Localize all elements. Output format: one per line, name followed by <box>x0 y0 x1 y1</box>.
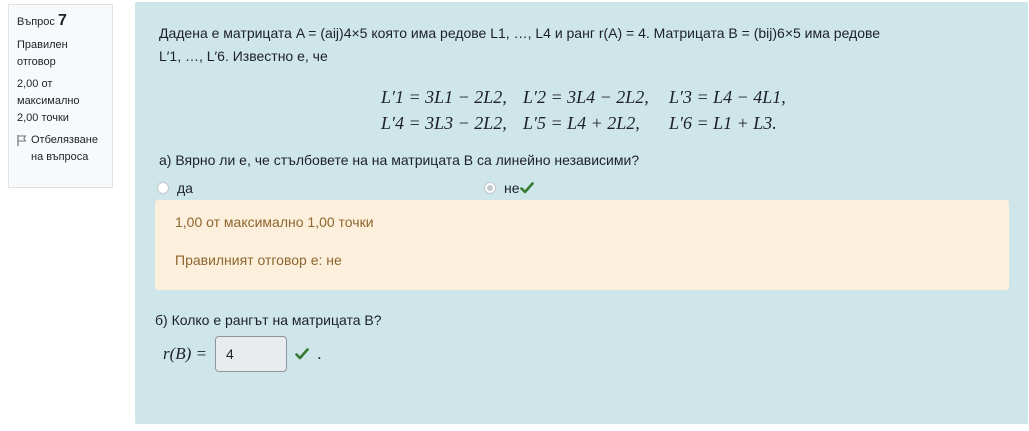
correct-check-icon <box>295 348 309 360</box>
intro-line-1-text: Дадена е матрицата A = (aij)4×5 която им… <box>159 25 881 41</box>
option-no[interactable]: не <box>484 180 534 196</box>
question-state: Правилен отговор <box>17 39 68 68</box>
rank-answer-row: r(B) = . <box>163 336 322 372</box>
radio-yes[interactable] <box>157 182 169 194</box>
question-info-panel: Въпрос 7 Правилен отговор 2,00 от максим… <box>8 4 113 188</box>
question-intro-line-1: Дадена е матрицата A = (aij)4×5 която им… <box>159 22 880 44</box>
row-equations: L′1 = 3L1 − 2L2, L′2 = 3L4 − 2L2, L′3 = … <box>381 84 809 136</box>
intro-line-2-text: L′1, …, L′6. Известно е, че <box>159 48 328 64</box>
flag-question-link[interactable]: Отбелязване на въпроса <box>17 132 104 166</box>
equation: L′2 = 3L4 − 2L2, <box>523 87 649 107</box>
correct-check-icon <box>519 182 534 194</box>
equation: L′6 = L1 + L3. <box>669 113 777 133</box>
feedback-grade: 1,00 от максимално 1,00 точки <box>175 214 374 230</box>
question-number: 7 <box>57 12 67 29</box>
option-no-label: не <box>504 180 520 196</box>
equation: L′3 = L4 − 4L1, <box>669 87 786 107</box>
flag-question-label: Отбелязване на въпроса <box>31 134 98 163</box>
question-intro-line-2: L′1, …, L′6. Известно е, че <box>159 45 328 67</box>
flag-icon <box>17 135 27 146</box>
part-b-prompt: б) Колко е рангът на матрицата B? <box>155 312 382 328</box>
option-yes-label: да <box>177 180 193 196</box>
feedback-box: 1,00 от максимално 1,00 точки Правилният… <box>155 200 1009 290</box>
radio-no-selected[interactable] <box>484 182 496 194</box>
question-content: Дадена е матрицата A = (aij)4×5 която им… <box>135 2 1028 424</box>
rank-input[interactable] <box>215 336 288 372</box>
equation: L′4 = 3L3 − 2L2, <box>381 113 507 133</box>
rank-label: r(B) = <box>163 344 208 363</box>
equation: L′5 = L4 + 2L2, <box>523 113 640 133</box>
question-label: Въпрос <box>17 16 55 28</box>
rank-suffix: . <box>317 344 322 363</box>
feedback-correct-answer: Правилният отговор е: не <box>175 252 342 268</box>
part-a-prompt: а) Вярно ли е, че стълбовете на на матри… <box>159 152 640 168</box>
question-number-heading: Въпрос 7 <box>17 12 104 31</box>
option-yes[interactable]: да <box>157 180 193 196</box>
equation: L′1 = 3L1 − 2L2, <box>381 87 507 107</box>
question-grade: 2,00 от максимално 2,00 точки <box>17 78 80 124</box>
